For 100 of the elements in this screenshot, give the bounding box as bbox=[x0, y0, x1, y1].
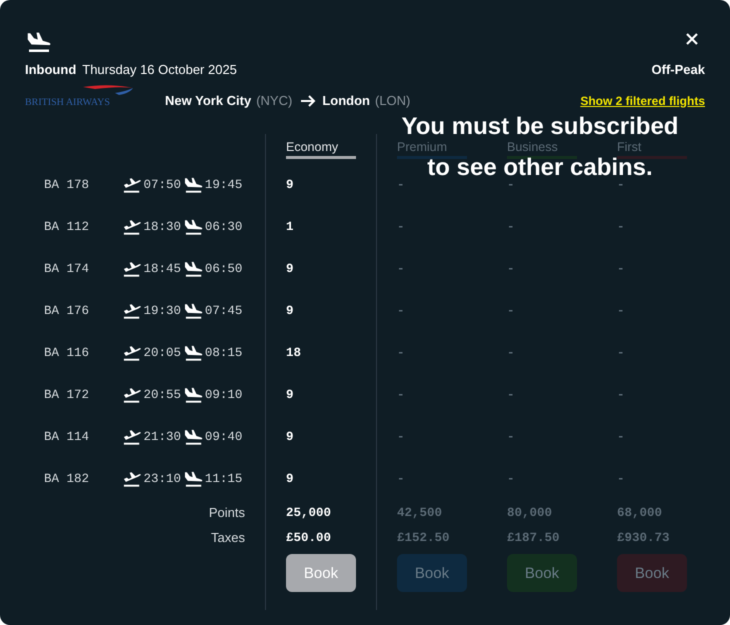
arrival-time: 06:50 bbox=[204, 262, 244, 276]
seat-count: 1 bbox=[286, 220, 294, 234]
flight-number: BA 176 bbox=[44, 304, 90, 318]
arrival-time: 09:10 bbox=[204, 388, 244, 402]
seat-count: - bbox=[507, 346, 515, 360]
subscription-message: to see other cabins. bbox=[427, 156, 653, 180]
seat-count: - bbox=[507, 430, 515, 444]
seat-count: - bbox=[507, 262, 515, 276]
landing-icon bbox=[184, 219, 203, 235]
flight-number: BA 174 bbox=[44, 262, 90, 276]
takeoff-icon bbox=[122, 387, 142, 403]
flight-number: BA 116 bbox=[44, 346, 90, 360]
landing-plane-icon bbox=[25, 32, 53, 52]
points-value: 80,000 bbox=[507, 506, 552, 520]
departure-time: 20:55 bbox=[144, 388, 182, 402]
takeoff-icon bbox=[122, 219, 142, 235]
seat-count: - bbox=[397, 430, 405, 444]
subscription-message: You must be subscribed bbox=[402, 115, 678, 139]
takeoff-icon bbox=[122, 429, 142, 445]
cabin-header: First bbox=[617, 139, 642, 156]
taxes-value: £152.50 bbox=[397, 530, 450, 544]
flight-number: BA 178 bbox=[44, 178, 90, 192]
arrival-time: 08:15 bbox=[204, 346, 244, 360]
book-button[interactable]: Book bbox=[286, 554, 356, 592]
takeoff-icon bbox=[122, 471, 142, 487]
seat-count: 9 bbox=[286, 388, 294, 402]
taxes-value: £187.50 bbox=[507, 530, 560, 544]
destination-city: London bbox=[322, 93, 370, 108]
departure-time: 19:30 bbox=[144, 304, 182, 318]
taxes-label: Taxes bbox=[211, 530, 245, 545]
seat-count: - bbox=[617, 430, 625, 444]
landing-icon bbox=[184, 345, 203, 361]
cabin-header: Business bbox=[507, 139, 559, 156]
seat-count: 9 bbox=[286, 304, 294, 318]
points-value: 68,000 bbox=[617, 506, 662, 520]
arrival-time: 11:15 bbox=[204, 472, 244, 486]
close-button[interactable] bbox=[685, 32, 699, 46]
fare-type: Off-Peak bbox=[652, 62, 705, 77]
flight-date: Thursday 16 October 2025 bbox=[82, 62, 237, 77]
seat-count: 9 bbox=[286, 178, 294, 192]
seat-count: - bbox=[507, 304, 515, 318]
seat-count: - bbox=[397, 178, 405, 192]
seat-count: - bbox=[397, 388, 405, 402]
takeoff-icon bbox=[122, 177, 142, 193]
flight-number: BA 182 bbox=[44, 472, 90, 486]
destination-code: (LON) bbox=[374, 93, 410, 108]
airline-logo: BRITISH AIRWAYS bbox=[25, 84, 135, 108]
seat-count: - bbox=[617, 178, 625, 192]
seat-count: - bbox=[617, 304, 625, 318]
takeoff-icon bbox=[122, 345, 142, 361]
seat-count: 18 bbox=[286, 346, 302, 360]
seat-count: 9 bbox=[286, 262, 294, 276]
arrow-icon bbox=[300, 94, 316, 106]
seat-count: - bbox=[397, 304, 405, 318]
arrival-time: 06:30 bbox=[204, 220, 244, 234]
seat-count: 9 bbox=[286, 472, 294, 486]
origin-city: New York City bbox=[165, 93, 252, 108]
departure-time: 20:05 bbox=[144, 346, 182, 360]
seat-count: - bbox=[617, 472, 625, 486]
seat-count: - bbox=[617, 346, 625, 360]
direction-label: Inbound bbox=[25, 62, 76, 77]
points-value: 25,000 bbox=[286, 506, 332, 520]
seat-count: - bbox=[507, 388, 515, 402]
filtered-flights-link[interactable]: Show 2 filtered flights bbox=[580, 94, 705, 108]
origin-code: (NYC) bbox=[256, 93, 292, 108]
arrival-time: 09:40 bbox=[204, 430, 244, 444]
landing-icon bbox=[184, 471, 203, 487]
seat-count: - bbox=[507, 178, 515, 192]
arrival-time: 07:45 bbox=[204, 304, 244, 318]
departure-time: 23:10 bbox=[144, 472, 182, 486]
taxes-value: £930.73 bbox=[617, 530, 670, 544]
landing-icon bbox=[184, 303, 203, 319]
flight-number: BA 114 bbox=[44, 430, 90, 444]
takeoff-icon bbox=[122, 303, 142, 319]
departure-time: 18:30 bbox=[144, 220, 182, 234]
taxes-value: £50.00 bbox=[286, 530, 332, 544]
takeoff-icon bbox=[122, 261, 142, 277]
cabin-header: Economy bbox=[286, 139, 340, 156]
seat-count: - bbox=[507, 220, 515, 234]
departure-time: 18:45 bbox=[144, 262, 182, 276]
flight-number: BA 172 bbox=[44, 388, 90, 402]
landing-icon bbox=[184, 177, 203, 193]
seat-count: - bbox=[617, 388, 625, 402]
landing-icon bbox=[184, 387, 203, 403]
seat-count: - bbox=[617, 220, 625, 234]
seat-count: - bbox=[397, 262, 405, 276]
landing-icon bbox=[184, 429, 203, 445]
seat-count: - bbox=[617, 262, 625, 276]
departure-time: 07:50 bbox=[144, 178, 182, 192]
seat-count: 9 bbox=[286, 430, 294, 444]
points-value: 42,500 bbox=[397, 506, 442, 520]
flight-number: BA 112 bbox=[44, 220, 90, 234]
seat-count: - bbox=[397, 472, 405, 486]
seat-count: - bbox=[397, 220, 405, 234]
arrival-time: 19:45 bbox=[204, 178, 244, 192]
landing-icon bbox=[184, 261, 203, 277]
points-label: Points bbox=[208, 505, 245, 520]
seat-count: - bbox=[507, 472, 515, 486]
cabin-header: Premium bbox=[397, 139, 448, 156]
departure-time: 21:30 bbox=[144, 430, 182, 444]
